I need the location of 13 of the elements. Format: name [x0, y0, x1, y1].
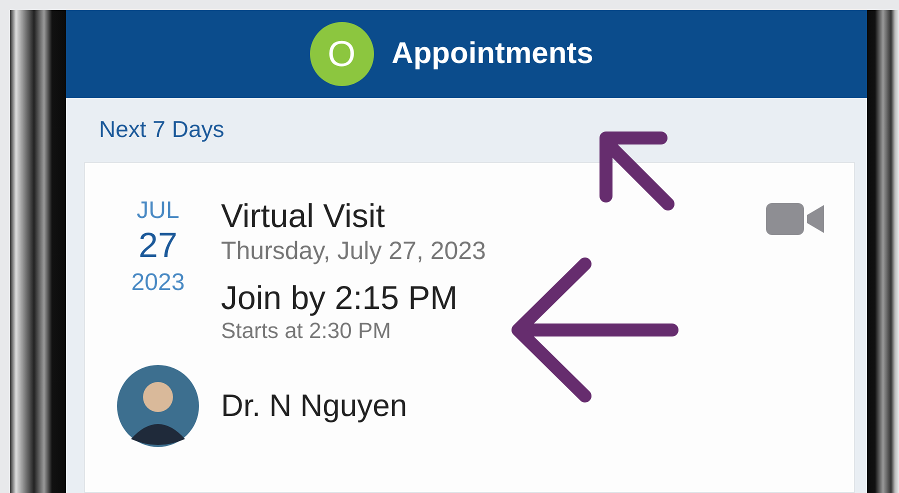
- appointment-title: Virtual Visit: [221, 197, 386, 235]
- video-camera-icon: [766, 203, 824, 235]
- appointment-card[interactable]: JUL 27 2023 Virtual Visit Thursday, July 27, 2023 Join by 2:15 PM Starts at 2:30 PM Dr. N Nguyen: [84, 162, 855, 493]
- start-time: Starts at 2:30 PM: [221, 317, 392, 345]
- date-month: JUL: [136, 197, 180, 225]
- appointment-date: Thursday, July 27, 2023: [221, 236, 487, 267]
- section-title: Next 7 Days: [98, 115, 226, 144]
- logo: O: [310, 22, 374, 86]
- date-day: 27: [138, 225, 178, 267]
- header-title: Appointments: [392, 37, 594, 71]
- provider-name: Dr. N Nguyen: [221, 388, 408, 424]
- join-time: Join by 2:15 PM: [221, 279, 459, 317]
- date-year: 2023: [131, 268, 185, 298]
